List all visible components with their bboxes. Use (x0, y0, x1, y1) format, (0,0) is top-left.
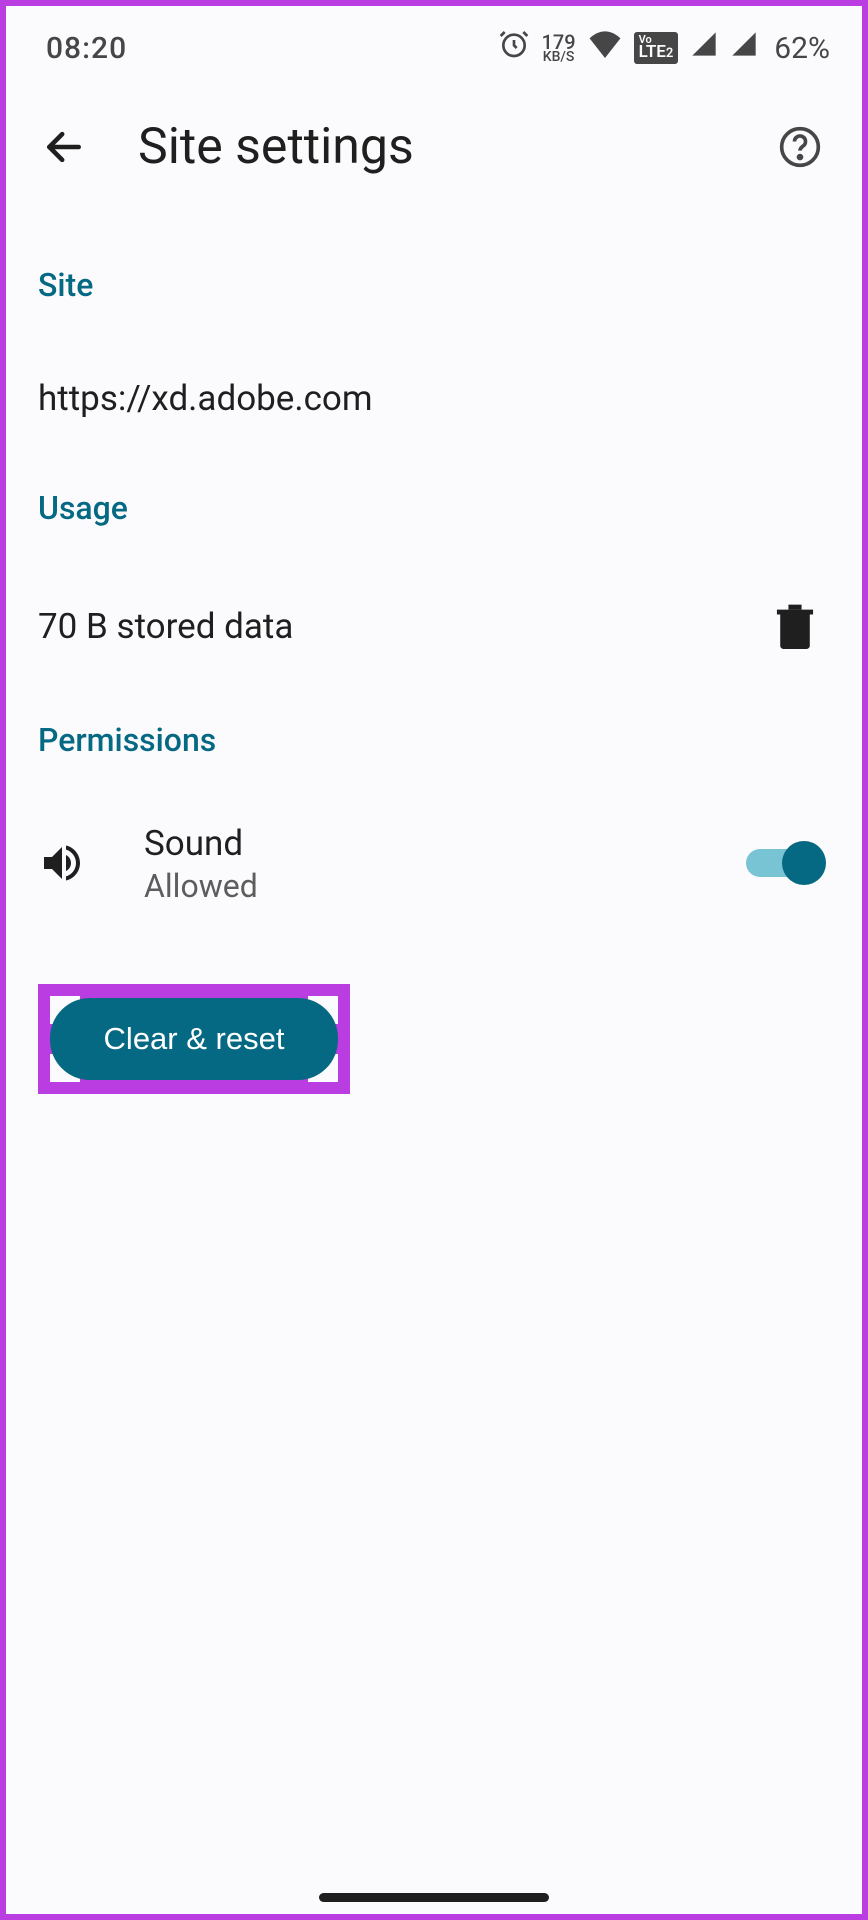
permission-text-container: Sound Allowed (98, 821, 746, 905)
sound-icon (38, 839, 86, 887)
page-title: Site settings (138, 118, 772, 176)
section-header-permissions: Permissions (38, 663, 830, 771)
help-circle-icon (778, 125, 822, 169)
content-area: Site https://xd.adobe.com Usage 70 B sto… (6, 208, 862, 905)
usage-row: 70 B stored data (38, 539, 830, 663)
battery-percentage: 62% (774, 31, 830, 66)
permission-sound-status: Allowed (144, 867, 746, 905)
alarm-icon (498, 28, 530, 68)
header: Site settings (6, 82, 862, 208)
section-header-site: Site (38, 208, 830, 316)
status-time: 08:20 (46, 31, 127, 66)
sound-icon-container (38, 839, 98, 887)
toggle-thumb (782, 841, 826, 885)
arrow-left-icon (42, 125, 86, 169)
site-url: https://xd.adobe.com (38, 316, 830, 431)
highlight-annotation: Clear & reset (38, 984, 350, 1094)
wifi-icon (588, 30, 622, 66)
delete-storage-button[interactable] (770, 601, 820, 651)
status-icons: 179 KB/S Vo LTE2 62% (498, 28, 831, 68)
signal-icon-2 (730, 30, 758, 66)
volte-indicator: Vo LTE2 (634, 32, 679, 63)
stored-data-text: 70 B stored data (38, 606, 293, 647)
clear-reset-button[interactable]: Clear & reset (50, 998, 338, 1080)
back-button[interactable] (36, 119, 92, 175)
permission-sound-row[interactable]: Sound Allowed (38, 771, 830, 905)
help-button[interactable] (772, 119, 828, 175)
section-header-usage: Usage (38, 431, 830, 539)
navigation-bar-handle[interactable] (319, 1893, 549, 1902)
status-bar: 08:20 179 KB/S Vo LTE2 62% (6, 6, 862, 82)
trash-icon (775, 603, 815, 649)
phone-screen: 08:20 179 KB/S Vo LTE2 62% (6, 6, 862, 1914)
sound-toggle[interactable] (746, 841, 826, 885)
network-speed: 179 KB/S (542, 33, 576, 64)
signal-icon-1 (690, 30, 718, 66)
permission-sound-title: Sound (144, 821, 746, 867)
